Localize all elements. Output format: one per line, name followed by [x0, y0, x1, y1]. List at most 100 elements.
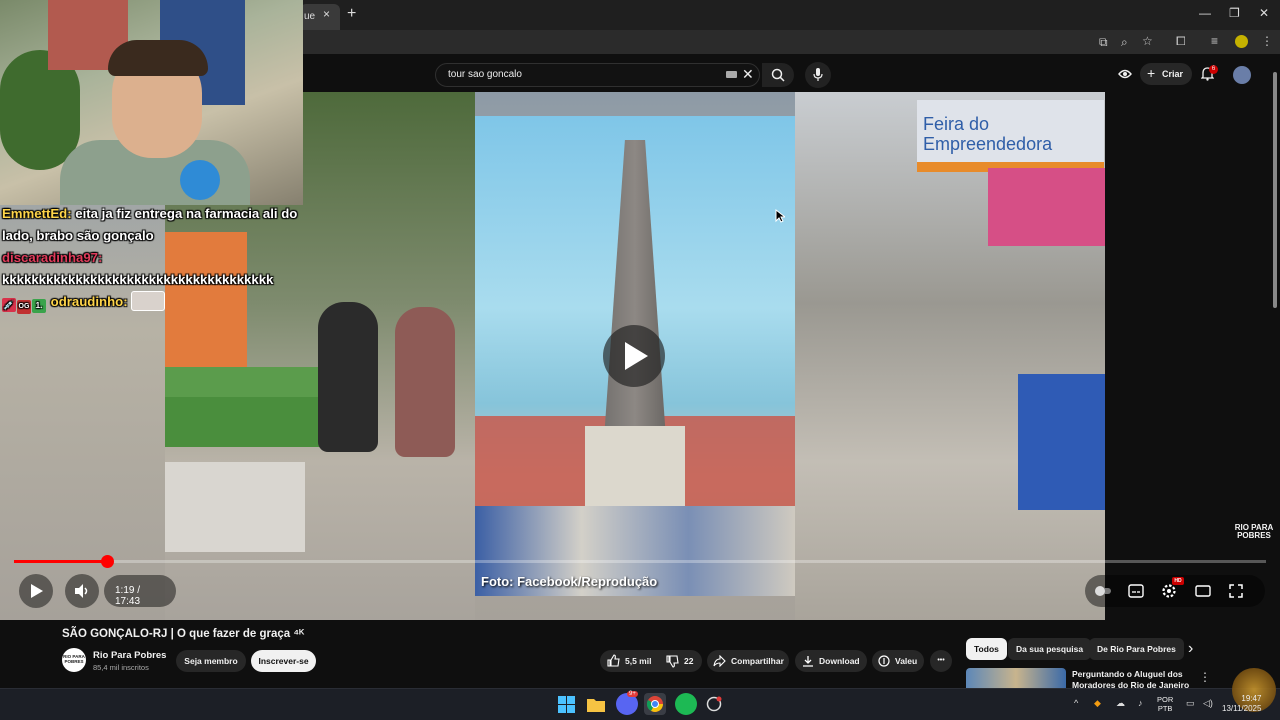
chat-badge-og: OG	[17, 300, 31, 314]
time-display: 1:19 / 17:43	[104, 575, 176, 607]
chip-from-channel[interactable]: De Rio Para Pobres	[1089, 638, 1184, 660]
scene-awning	[988, 168, 1105, 246]
create-label: Criar	[1162, 69, 1184, 79]
spotify-icon[interactable]	[675, 693, 697, 715]
center-play-button[interactable]	[603, 325, 665, 387]
chat-message: 💉 OG 1. odraudinho:	[2, 291, 302, 314]
voice-search-button[interactable]	[805, 62, 831, 88]
install-icon[interactable]: ⧉	[1099, 35, 1108, 50]
subscribe-label: Inscrever-se	[258, 656, 309, 666]
more-actions-button[interactable]: •••	[930, 650, 952, 672]
search-clear-icon[interactable]: ✕	[742, 66, 754, 83]
account-avatar[interactable]	[1233, 66, 1251, 84]
extensions-icon[interactable]: ⧠	[1176, 34, 1186, 49]
thanks-icon	[878, 655, 890, 667]
file-explorer-icon[interactable]	[587, 697, 605, 712]
channel-name[interactable]: Rio Para Pobres	[93, 650, 166, 661]
minimize-button[interactable]: —	[1199, 6, 1211, 20]
browser-menu-icon[interactable]: ⋮	[1261, 34, 1273, 48]
mic-tray-icon[interactable]: ♪	[1138, 698, 1143, 708]
tray-overflow-icon[interactable]: ^	[1074, 698, 1078, 708]
screen: ue × + — ❐ ✕ ⧉ ⌕ ☆ ⧠ ≡ ⋮ tour sao goncal…	[0, 0, 1280, 720]
like-count[interactable]: 5,5 mil	[625, 656, 651, 666]
zoom-icon[interactable]: ⌕	[1121, 35, 1128, 50]
chrome-icon	[647, 696, 663, 712]
chat-message: EmmettEd: eita ja fiz entrega na farmaci…	[2, 203, 302, 247]
browser-profile-avatar[interactable]	[1235, 35, 1248, 48]
media-queue-icon[interactable]: ≡	[1211, 34, 1218, 48]
language-indicator[interactable]: POR PTB	[1157, 695, 1173, 713]
more-actions-icon: •••	[937, 657, 945, 664]
webcam-toy	[180, 160, 220, 200]
dislike-icon[interactable]	[666, 655, 679, 668]
theater-mode-icon[interactable]	[1195, 584, 1211, 598]
page-scrollbar[interactable]	[1271, 60, 1279, 620]
scene-person	[395, 307, 455, 457]
download-icon	[803, 656, 813, 667]
new-tab-button[interactable]: +	[347, 5, 356, 23]
progress-bar[interactable]	[14, 555, 1266, 568]
network-icon[interactable]: ▭	[1186, 698, 1195, 709]
dislike-count: 22	[684, 656, 694, 666]
recommendation-more-icon[interactable]: ⋮	[1199, 670, 1211, 684]
language-code: POR	[1157, 695, 1174, 704]
volume-button[interactable]	[65, 574, 99, 608]
onedrive-icon[interactable]: ☁	[1116, 698, 1125, 709]
search-icon	[771, 68, 785, 82]
chat-username: EmmettEd:	[2, 206, 72, 221]
play-icon	[31, 584, 43, 598]
channel-avatar[interactable]: RIO PARA POBRES	[62, 648, 86, 672]
search-value: tour sao goncalo	[448, 69, 522, 80]
join-button[interactable]: Seja membro	[176, 650, 246, 672]
search-input[interactable]: tour sao goncalo	[435, 63, 760, 87]
eye-icon[interactable]	[1118, 68, 1132, 80]
chat-username: discaradinha97:	[2, 250, 103, 265]
subtitles-icon[interactable]	[1128, 584, 1144, 598]
chat-text: kkkkkkkkkkkkkkkkkkkkkkkkkkkkkkkkkkkkk	[2, 272, 274, 287]
recommendation-title[interactable]: Perguntando o Aluguel dos Moradores do R…	[1072, 669, 1192, 688]
browser-tab[interactable]: ue	[300, 4, 340, 30]
tab-close-icon[interactable]: ×	[323, 7, 330, 21]
share-label: Compartilhar	[731, 656, 784, 666]
mouse-cursor-icon	[775, 209, 785, 223]
window-close-button[interactable]: ✕	[1259, 6, 1269, 20]
scene-step	[165, 367, 335, 397]
hd-badge: HD	[1172, 577, 1184, 585]
app-icon[interactable]	[706, 696, 722, 712]
subscribe-button[interactable]: Inscrever-se	[251, 650, 316, 672]
store-sign: Feira do Empreendedora	[917, 100, 1104, 172]
keyboard-icon[interactable]	[726, 71, 737, 78]
chip-from-search[interactable]: Da sua pesquisa	[1008, 638, 1092, 660]
chip-label: Da sua pesquisa	[1016, 644, 1084, 654]
subscriber-count: 85,4 mil inscritos	[93, 663, 149, 672]
restore-button[interactable]: ❐	[1229, 6, 1240, 20]
autoplay-toggle-icon[interactable]	[1094, 585, 1112, 597]
scene-step-lower	[165, 397, 330, 447]
tray-app-icon[interactable]: ◆	[1094, 698, 1101, 709]
clock-date: 13/11/2025	[1222, 704, 1262, 713]
chat-username: odraudinho:	[50, 294, 128, 309]
play-icon	[625, 342, 648, 370]
chat-message: discaradinha97: kkkkkkkkkkkkkkkkkkkkkkkk…	[2, 247, 302, 291]
scene-person	[318, 302, 378, 452]
bookmark-star-icon[interactable]: ☆	[1142, 34, 1153, 48]
search-button[interactable]	[762, 63, 794, 87]
keyboard-layout: PTB	[1157, 704, 1173, 713]
like-icon[interactable]	[607, 654, 620, 667]
settings-gear-icon[interactable]	[1161, 583, 1177, 599]
windows-start-icon[interactable]	[558, 696, 575, 713]
microphone-icon	[813, 68, 823, 81]
fullscreen-icon[interactable]	[1229, 584, 1243, 598]
scrollbar-thumb[interactable]	[1273, 72, 1277, 308]
join-label: Seja membro	[184, 656, 238, 666]
tab-title: ue	[304, 11, 316, 22]
recommendation-thumbnail[interactable]	[966, 668, 1066, 690]
sign-text: Feira do Empreendedora	[923, 114, 1053, 154]
watermark-text: RIO PARA POBRES	[1234, 523, 1274, 540]
taskbar-clock[interactable]: 19:47 13/11/2025	[1222, 694, 1261, 714]
play-button[interactable]	[19, 574, 53, 608]
speaker-icon[interactable]: ◁)	[1203, 698, 1213, 709]
chip-all[interactable]: Todos	[966, 638, 1007, 660]
chips-next-icon[interactable]: ›	[1188, 640, 1193, 658]
download-label: Download	[819, 656, 860, 666]
